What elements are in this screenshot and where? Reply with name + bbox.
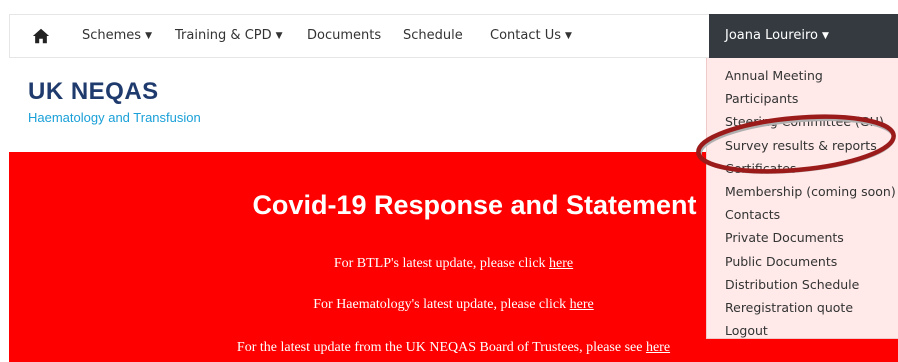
nav-contact-label: Contact Us — [490, 28, 561, 43]
nav-training-cpd[interactable]: Training & CPD ▼ — [175, 15, 283, 57]
menu-item-distribution-schedule[interactable]: Distribution Schedule — [707, 273, 898, 296]
nav-schemes[interactable]: Schemes ▼ — [82, 15, 152, 57]
menu-item-survey-results[interactable]: Survey results & reports — [707, 134, 898, 157]
nav-documents-label: Documents — [307, 28, 382, 43]
menu-item-annual-meeting[interactable]: Annual Meeting — [707, 64, 898, 87]
menu-item-reregistration-quote[interactable]: Reregistration quote — [707, 296, 898, 319]
caret-down-icon: ▼ — [145, 31, 152, 41]
brand-subtitle: Haematology and Transfusion — [28, 110, 201, 125]
nav-schedule[interactable]: Schedule — [403, 15, 463, 57]
caret-down-icon: ▼ — [565, 31, 572, 41]
caret-down-icon: ▼ — [821, 31, 829, 41]
nav-contact-us[interactable]: Contact Us ▼ — [490, 15, 572, 57]
menu-item-certificates[interactable]: Certificates — [707, 157, 898, 180]
menu-item-private-documents[interactable]: Private Documents — [707, 226, 898, 249]
user-menu-toggle[interactable]: Joana Loureiro ▼ — [709, 14, 898, 58]
menu-item-contacts[interactable]: Contacts — [707, 203, 898, 226]
nav-documents[interactable]: Documents — [307, 15, 381, 57]
nav-schedule-label: Schedule — [403, 28, 463, 43]
btlp-update-link[interactable]: here — [549, 256, 573, 271]
menu-item-participants[interactable]: Participants — [707, 87, 898, 110]
haematology-update-link[interactable]: here — [570, 297, 594, 312]
caret-down-icon: ▼ — [275, 31, 283, 41]
trustees-update-link[interactable]: here — [646, 340, 670, 355]
brand-title: UK NEQAS — [28, 78, 159, 105]
nav-schemes-label: Schemes — [82, 28, 142, 43]
home-icon[interactable] — [32, 27, 50, 45]
banner-line-text: For Haematology's latest update, please … — [313, 297, 570, 312]
menu-item-public-documents[interactable]: Public Documents — [707, 250, 898, 273]
user-name: Joana Loureiro — [725, 28, 818, 43]
menu-item-steering-committee[interactable]: Steering Committee (GH) — [707, 110, 898, 133]
menu-item-logout[interactable]: Logout — [707, 319, 898, 342]
user-dropdown-menu: Annual Meeting Participants Steering Com… — [706, 58, 898, 339]
site-logo[interactable]: UK NEQAS Haematology and Transfusion — [28, 78, 201, 125]
nav-training-label: Training & CPD — [175, 28, 272, 43]
menu-item-membership[interactable]: Membership (coming soon) — [707, 180, 898, 203]
banner-line-trustees: For the latest update from the UK NEQAS … — [9, 340, 898, 356]
banner-line-text: For BTLP's latest update, please click — [333, 256, 550, 271]
top-navbar: Schemes ▼ Training & CPD ▼ Documents Sched… — [9, 14, 898, 58]
banner-line-text: For the latest update from the UK NEQAS … — [236, 340, 646, 355]
